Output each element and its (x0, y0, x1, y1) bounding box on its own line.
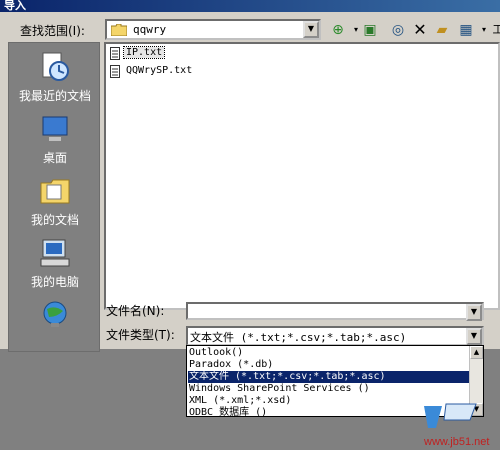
place-label: 我最近的文档 (18, 89, 91, 103)
chevron-down-icon[interactable]: ▼ (303, 21, 319, 38)
filetype-dropdown[interactable]: 文本文件 (*.txt;*.csv;*.tab;*.asc) ▼ (186, 326, 484, 346)
text-file-icon (110, 65, 120, 78)
tools-icon[interactable]: 工 (488, 19, 500, 41)
list-item[interactable]: QQWrySP.txt (110, 64, 310, 80)
file-name: IP.txt (122, 46, 166, 59)
place-label: 桌面 (42, 151, 67, 165)
watermark-site: www.jb51.net (424, 436, 490, 448)
place-desktop[interactable]: 桌面 (9, 111, 101, 173)
window-title: 导入 (0, 0, 500, 12)
place-my-computer[interactable]: 我的电脑 (9, 235, 101, 297)
import-dialog: 查找范围(I): qqwry ▼ ⊕ ▾ ▣ ◎ ✕ ▰ ▦ ▾ 工 我最近的文… (0, 12, 500, 352)
my-computer-icon (40, 239, 70, 267)
place-network[interactable] (9, 297, 101, 359)
lookin-label: 查找范围(I): (20, 24, 85, 38)
filename-label: 文件名(N): (106, 304, 165, 318)
option-item-selected[interactable]: 文本文件 (*.txt;*.csv;*.tab;*.asc) (188, 371, 470, 383)
chevron-down-icon[interactable]: ▼ (466, 328, 482, 345)
list-item[interactable]: IP.txt (110, 46, 310, 62)
delete-icon[interactable]: ✕ (410, 19, 430, 41)
lookin-dropdown[interactable]: qqwry ▼ (105, 19, 321, 40)
new-folder-icon[interactable]: ▰ (432, 19, 452, 41)
folder-icon (111, 24, 127, 36)
place-recent-documents[interactable]: 我最近的文档 (9, 49, 101, 111)
place-label: 我的电脑 (30, 275, 79, 289)
filename-field[interactable]: ▼ (186, 302, 484, 321)
my-documents-icon (40, 179, 70, 204)
filetype-label: 文件类型(T): (106, 328, 175, 342)
option-item[interactable]: Windows SharePoint Services () (188, 383, 470, 395)
scroll-up-icon[interactable]: ▲ (470, 346, 483, 359)
up-folder-icon[interactable]: ▣ (360, 19, 380, 41)
places-bar: 我最近的文档 桌面 我的文档 我的电脑 (8, 42, 100, 352)
search-web-icon[interactable]: ◎ (388, 19, 408, 41)
views-icon[interactable]: ▦ (456, 19, 476, 41)
text-file-icon (110, 47, 120, 60)
filetype-value: 文本文件 (*.txt;*.csv;*.tab;*.asc) (190, 331, 407, 344)
back-icon[interactable]: ⊕ (328, 19, 348, 41)
place-my-documents[interactable]: 我的文档 (9, 173, 101, 235)
option-item[interactable]: Outlook() (188, 347, 470, 359)
toolbar: ⊕ ▾ ▣ ◎ ✕ ▰ ▦ ▾ 工 (328, 19, 500, 41)
file-name: QQWrySP.txt (126, 65, 193, 76)
network-places-icon (43, 301, 67, 327)
desktop-icon (42, 116, 68, 141)
lookin-value: qqwry (133, 23, 167, 36)
file-list[interactable]: IP.txt QQWrySP.txt (104, 42, 500, 310)
option-item[interactable]: Paradox (*.db) (188, 359, 470, 371)
watermark-logo: www.jb51.net (420, 400, 500, 450)
place-label: 我的文档 (30, 213, 79, 227)
watermark-mark-icon (424, 403, 477, 428)
chevron-down-icon[interactable]: ▼ (466, 304, 482, 321)
recent-documents-icon (42, 52, 69, 81)
